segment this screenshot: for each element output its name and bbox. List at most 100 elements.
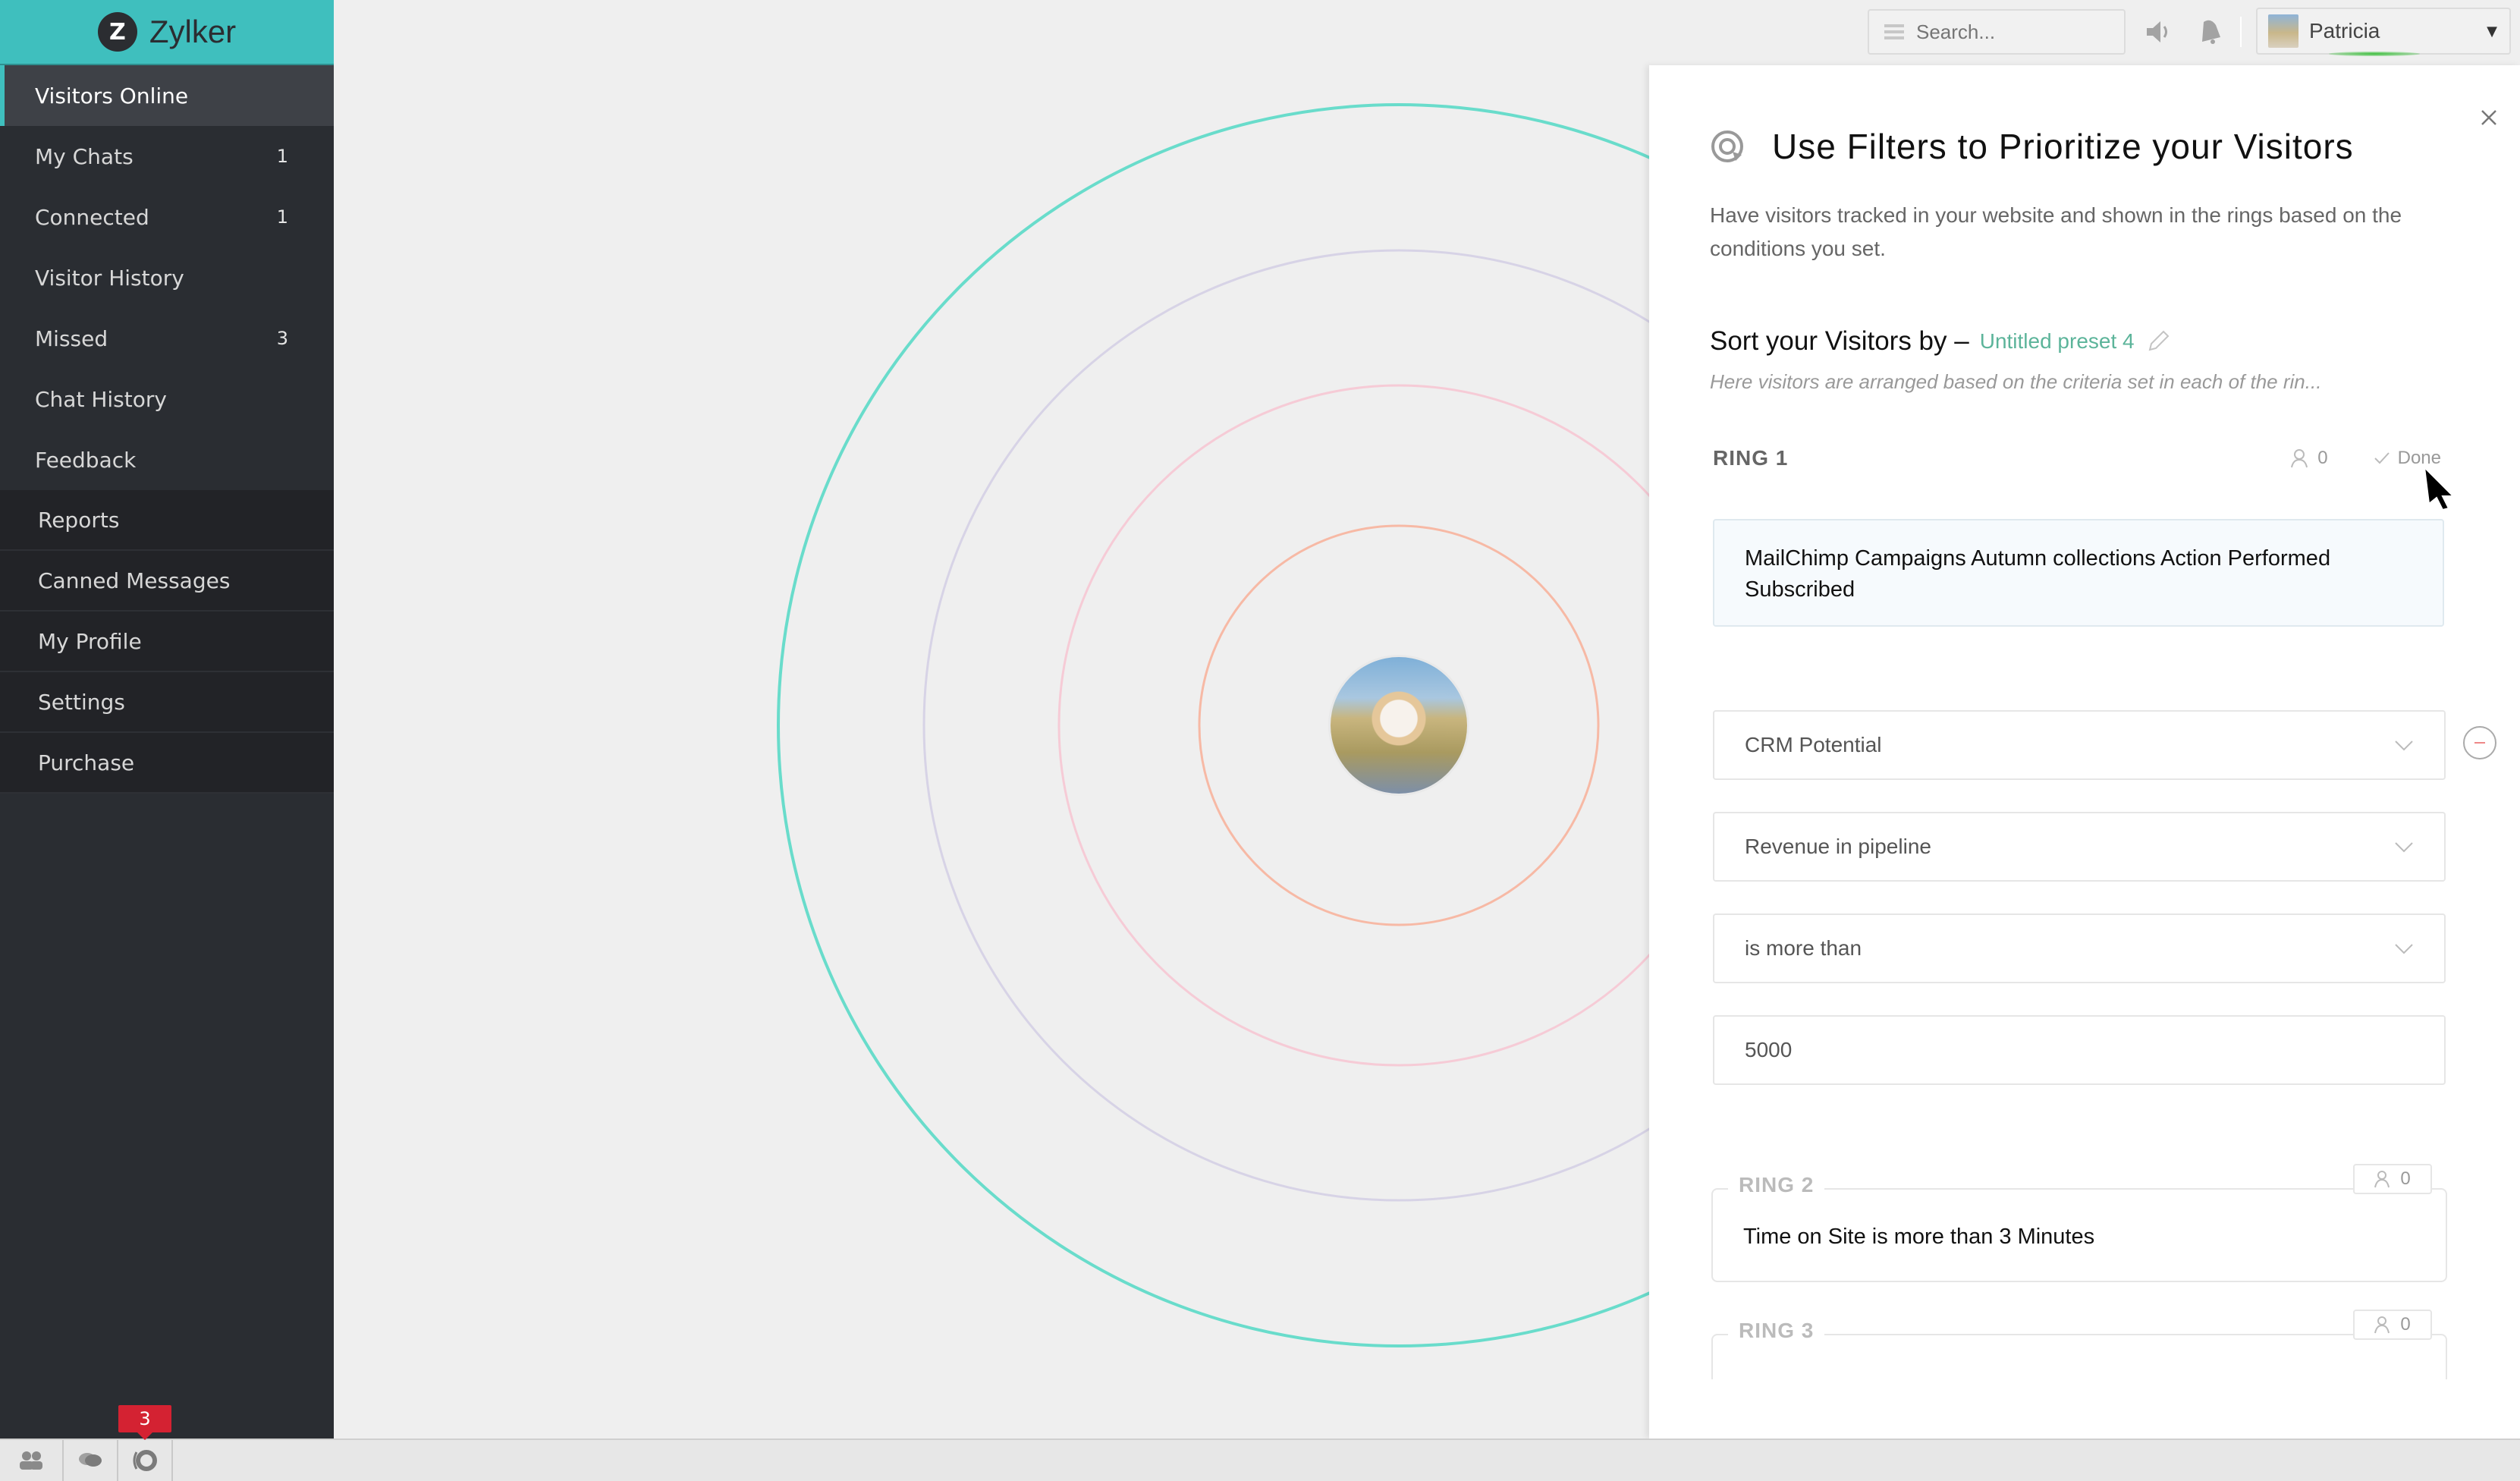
sort-hint: Here visitors are arranged based on the … bbox=[1710, 370, 2322, 393]
filter-panel: Use Filters to Prioritize your Visitors … bbox=[1649, 65, 2520, 1439]
ring-2-label: RING 2 bbox=[1728, 1173, 1825, 1197]
sidebar-item-label: Purchase bbox=[38, 750, 135, 775]
caret-down-icon: ▼ bbox=[2487, 23, 2497, 39]
sidebar-item-visitors-online[interactable]: Visitors Online bbox=[0, 65, 334, 126]
user-icon bbox=[2291, 449, 2308, 468]
minus-icon bbox=[2474, 742, 2485, 744]
visitors-icon bbox=[20, 1451, 42, 1470]
notifications-button[interactable] bbox=[2195, 17, 2226, 47]
ring-1-visitor-count: 0 bbox=[2317, 448, 2328, 468]
radar-ring-3 bbox=[922, 249, 1651, 1202]
sidebar-item-label: My Profile bbox=[38, 628, 142, 654]
visitors-tray-button[interactable] bbox=[0, 1440, 64, 1481]
sidebar-item-canned-messages[interactable]: Canned Messages bbox=[0, 551, 334, 612]
online-status-indicator bbox=[2329, 52, 2420, 56]
user-menu[interactable]: Patricia ▼ bbox=[2256, 8, 2511, 55]
sort-label: Sort your Visitors by – bbox=[1710, 326, 1969, 356]
ring-3-count-badge: 0 bbox=[2353, 1310, 2432, 1340]
value-input[interactable] bbox=[1745, 1038, 2414, 1062]
topbar-divider bbox=[2240, 17, 2242, 47]
sidebar-item-label: Missed bbox=[35, 325, 108, 351]
sidebar-item-label: Chat History bbox=[35, 386, 167, 412]
agent-avatar[interactable] bbox=[1331, 657, 1467, 794]
crm-attribute-select[interactable]: Revenue in pipeline bbox=[1713, 812, 2446, 882]
brand-header[interactable]: Z Zylker bbox=[0, 0, 334, 65]
preset-name[interactable]: Untitled preset 4 bbox=[1980, 329, 2135, 354]
panel-description: Have visitors tracked in your website an… bbox=[1710, 203, 2402, 260]
ring-2-visitor-count: 0 bbox=[2400, 1168, 2411, 1189]
sidebar-item-missed[interactable]: Missed 3 bbox=[0, 308, 334, 369]
check-icon bbox=[2374, 452, 2390, 464]
search-box[interactable] bbox=[1868, 9, 2126, 55]
chevron-down-icon bbox=[2394, 936, 2414, 961]
chevron-down-icon bbox=[2394, 733, 2414, 757]
ring-2-count-badge: 0 bbox=[2353, 1164, 2432, 1194]
ring-3-card[interactable]: RING 3 0 bbox=[1711, 1310, 2447, 1379]
chevron-down-icon bbox=[2394, 835, 2414, 859]
ring-2-card[interactable]: RING 2 0 Time on Site is more than 3 Min… bbox=[1711, 1164, 2447, 1282]
bell-icon bbox=[2202, 20, 2220, 44]
mouse-cursor bbox=[2423, 466, 2456, 511]
radar-ring-4 bbox=[777, 103, 1651, 1347]
ring-1-meta: 0 Done bbox=[2290, 448, 2441, 469]
panel-header: Use Filters to Prioritize your Visitors bbox=[1710, 126, 2354, 167]
sidebar-item-label: Visitors Online bbox=[35, 83, 189, 108]
radar-filter-icon bbox=[1711, 130, 1743, 162]
sidebar-item-settings[interactable]: Settings bbox=[0, 672, 334, 733]
crm-category-select[interactable]: CRM Potential bbox=[1713, 710, 2446, 780]
close-panel-button[interactable] bbox=[2481, 103, 2497, 133]
operator-select[interactable]: is more than bbox=[1713, 913, 2446, 983]
menu-icon bbox=[1884, 24, 1904, 39]
ring-3-label: RING 3 bbox=[1728, 1319, 1825, 1343]
select-value: Revenue in pipeline bbox=[1745, 835, 1931, 858]
brand-name: Zylker bbox=[149, 14, 237, 49]
sidebar-item-my-chats[interactable]: My Chats 1 bbox=[0, 126, 334, 187]
sidebar-item-connected[interactable]: Connected 1 bbox=[0, 187, 334, 247]
bottom-bar: 3 bbox=[0, 1405, 2520, 1481]
sidebar-item-label: My Chats bbox=[35, 143, 134, 169]
ring-2-condition: Time on Site is more than 3 Minutes bbox=[1743, 1225, 2095, 1249]
speaker-button[interactable] bbox=[2144, 17, 2174, 47]
sidebar-item-purchase[interactable]: Purchase bbox=[0, 733, 334, 794]
sidebar-item-chat-history[interactable]: Chat History bbox=[0, 369, 334, 429]
primary-nav: Visitors Online My Chats 1 Connected 1 V… bbox=[0, 65, 334, 490]
sidebar: Z Zylker Visitors Online My Chats 1 Conn… bbox=[0, 0, 334, 1439]
sidebar-item-label: Settings bbox=[38, 689, 125, 715]
search-input[interactable] bbox=[1916, 20, 2098, 44]
sidebar-item-count: 3 bbox=[276, 328, 288, 349]
sidebar-item-label: Canned Messages bbox=[38, 568, 231, 593]
chats-icon bbox=[79, 1453, 102, 1467]
brand-logo: Z bbox=[97, 12, 137, 52]
missed-tray-button[interactable]: 3 bbox=[118, 1405, 173, 1481]
user-icon bbox=[2374, 1316, 2390, 1334]
user-avatar bbox=[2268, 14, 2298, 48]
user-name: Patricia bbox=[2309, 19, 2380, 42]
sidebar-item-reports[interactable]: Reports bbox=[0, 490, 334, 551]
sidebar-item-label: Reports bbox=[38, 507, 120, 533]
sidebar-item-label: Feedback bbox=[35, 447, 137, 473]
missed-count-badge: 3 bbox=[118, 1405, 171, 1432]
close-icon bbox=[2481, 110, 2496, 125]
ring-1-condition[interactable]: MailChimp Campaigns Autumn collections A… bbox=[1713, 519, 2444, 627]
speaker-icon bbox=[2147, 21, 2167, 42]
ring-3-visitor-count: 0 bbox=[2400, 1314, 2411, 1335]
visitor-radar bbox=[334, 0, 1651, 1439]
user-icon bbox=[2374, 1171, 2390, 1188]
sidebar-item-label: Visitor History bbox=[35, 265, 184, 291]
sidebar-item-label: Connected bbox=[35, 204, 149, 230]
ring-1-label: RING 1 bbox=[1713, 446, 1789, 470]
sidebar-item-visitor-history[interactable]: Visitor History bbox=[0, 247, 334, 308]
chats-tray-button[interactable] bbox=[64, 1440, 118, 1481]
sidebar-item-my-profile[interactable]: My Profile bbox=[0, 612, 334, 672]
remove-condition-button[interactable] bbox=[2463, 726, 2496, 759]
panel-title: Use Filters to Prioritize your Visitors bbox=[1772, 127, 2354, 166]
edit-pencil-icon[interactable] bbox=[2145, 329, 2171, 354]
value-field[interactable] bbox=[1713, 1015, 2446, 1085]
sidebar-item-count: 1 bbox=[276, 206, 288, 228]
select-value: CRM Potential bbox=[1745, 733, 1882, 756]
sort-row: Sort your Visitors by – Untitled preset … bbox=[1710, 326, 2171, 357]
missed-icon bbox=[133, 1450, 157, 1471]
sidebar-item-count: 1 bbox=[276, 146, 288, 167]
sidebar-item-feedback[interactable]: Feedback bbox=[0, 429, 334, 490]
secondary-nav: Reports Canned Messages My Profile Setti… bbox=[0, 490, 334, 794]
